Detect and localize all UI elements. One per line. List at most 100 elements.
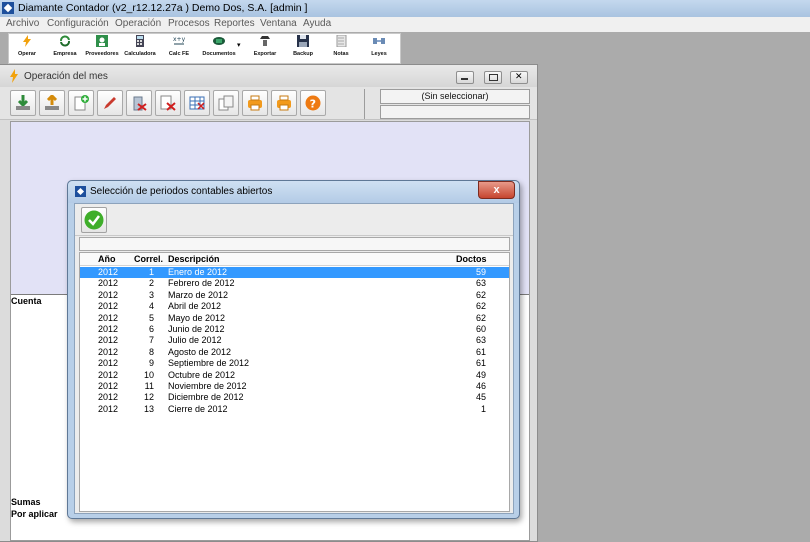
menu-procesos[interactable]: Procesos [168, 18, 210, 29]
table-row[interactable]: 2012 4 Abril de 2012 62 [80, 301, 509, 312]
menu-archivo[interactable]: Archivo [6, 18, 39, 29]
menu-configuracion[interactable]: Configuración [47, 18, 109, 29]
grid-button[interactable] [184, 90, 210, 116]
edit-button[interactable] [97, 90, 123, 116]
confirm-button[interactable] [81, 207, 107, 233]
table-row[interactable]: 2012 6 Junio de 2012 60 [80, 324, 509, 335]
app-logo-icon [2, 2, 14, 14]
import-button[interactable] [10, 90, 36, 116]
help-button[interactable]: ? [300, 90, 326, 116]
cell-corr: 3 [148, 289, 154, 300]
trash-icon [133, 96, 147, 111]
cell-corr: 8 [148, 346, 154, 357]
print-preview-button[interactable] [271, 90, 297, 116]
calc-fe-button[interactable]: x+y Calc FE [166, 33, 192, 61]
table-row[interactable]: 2012 11 Noviembre de 2012 46 [80, 381, 509, 392]
cell-docs: 61 [475, 358, 486, 369]
table-row[interactable]: 2012 8 Agosto de 2012 61 [80, 347, 509, 358]
cell-corr: 1 [148, 267, 154, 277]
table-row[interactable]: 2012 12 Diciembre de 2012 45 [80, 392, 509, 403]
leyes-label: Leyes [371, 51, 387, 57]
menu-ayuda[interactable]: Ayuda [303, 18, 331, 29]
table-row[interactable]: 2012 3 Marzo de 2012 62 [80, 290, 509, 301]
cell-corr: 9 [148, 358, 154, 369]
empresa-button[interactable]: Empresa [52, 33, 78, 61]
backup-button[interactable]: Backup [290, 33, 316, 61]
documentos-dropdown-icon[interactable]: ▾ [237, 41, 241, 49]
delete-button[interactable] [126, 90, 152, 116]
documentos-button[interactable]: Documentos ▾ [202, 33, 241, 61]
notas-button[interactable]: Notas [328, 33, 354, 61]
proveedores-label: Proveedores [85, 51, 119, 57]
cell-docs: 62 [475, 301, 486, 312]
dialog-title-bar: Selección de periodos contables abiertos [68, 181, 519, 203]
copy-button[interactable] [213, 90, 239, 116]
cell-docs: 1 [480, 403, 486, 414]
column-header-docs[interactable]: Doctos [456, 254, 487, 264]
table-row[interactable]: 2012 9 Septiembre de 2012 61 [80, 358, 509, 369]
period-detail-field[interactable] [380, 105, 530, 119]
cell-corr: 10 [143, 369, 154, 380]
cell-corr: 4 [148, 301, 154, 312]
divider [75, 235, 513, 236]
new-document-button[interactable] [68, 90, 94, 116]
cell-desc: Cierre de 2012 [168, 403, 228, 414]
minimize-icon [461, 78, 468, 80]
calculadora-label: Calculadora [124, 51, 156, 57]
period-selection-dialog: Selección de periodos contables abiertos… [67, 180, 520, 519]
table-row[interactable]: 2012 1 Enero de 2012 59 [80, 267, 509, 279]
cell-docs: 63 [475, 278, 486, 289]
table-row[interactable]: 2012 2 Febrero de 2012 63 [80, 278, 509, 289]
proveedores-button[interactable]: Proveedores [85, 33, 119, 61]
app-logo-icon [75, 186, 86, 197]
table-row[interactable]: 2012 7 Julio de 2012 63 [80, 335, 509, 346]
dialog-title: Selección de periodos contables abiertos [90, 186, 273, 197]
column-header-corr[interactable]: Correl. [134, 254, 163, 264]
column-header-desc[interactable]: Descripción [168, 254, 220, 264]
cell-corr: 5 [148, 312, 154, 323]
new-document-icon [74, 95, 89, 111]
upload-icon [45, 95, 59, 110]
minimize-button[interactable] [456, 71, 474, 84]
cell-docs: 45 [475, 392, 486, 403]
calc-fe-label: Calc FE [168, 51, 190, 57]
calculadora-button[interactable]: Calculadora [124, 33, 156, 61]
cancel-document-button[interactable] [155, 90, 181, 116]
leyes-button[interactable]: Leyes [366, 33, 392, 61]
open-button[interactable] [39, 90, 65, 116]
cell-docs: 60 [475, 324, 486, 334]
help-icon: ? [305, 95, 321, 111]
printer-icon [248, 95, 262, 111]
copy-icon [218, 95, 234, 111]
cancel-document-icon [160, 95, 176, 111]
restore-icon [489, 74, 498, 81]
menu-bar: Archivo Configuración Operación Procesos… [0, 17, 810, 33]
menu-reportes[interactable]: Reportes [214, 18, 255, 29]
period-selector-field[interactable]: (Sin seleccionar) [380, 89, 530, 104]
table-row[interactable]: 2012 13 Cierre de 2012 1 [80, 404, 509, 415]
main-toolbar: Operar Empresa Proveedores Calculadora x… [0, 32, 810, 64]
cell-corr: 7 [148, 335, 154, 346]
menu-operacion[interactable]: Operación [115, 18, 161, 29]
operar-label: Operar [17, 51, 37, 57]
operacion-title-bar: Operación del mes ✕ [0, 65, 537, 87]
cell-desc: Noviembre de 2012 [168, 381, 247, 391]
dialog-close-button[interactable]: x [478, 181, 515, 199]
table-row[interactable]: 2012 5 Mayo de 2012 62 [80, 313, 509, 324]
column-header-year[interactable]: Año [98, 254, 116, 264]
operar-button[interactable]: Operar [14, 33, 40, 61]
backup-label: Backup [293, 51, 313, 57]
cell-corr: 6 [148, 324, 154, 334]
cell-desc: Agosto de 2012 [168, 346, 232, 357]
por-aplicar-label: Por aplicar [11, 509, 58, 519]
menu-ventana[interactable]: Ventana [260, 18, 297, 29]
print-button[interactable] [242, 90, 268, 116]
documents-icon [213, 37, 225, 45]
table-row[interactable]: 2012 10 Octubre de 2012 49 [80, 370, 509, 381]
close-button[interactable]: ✕ [510, 71, 528, 84]
cell-docs: 49 [475, 369, 486, 380]
period-list: Año Correl. Descripción Doctos 2012 1 Ener… [79, 252, 510, 512]
exportar-button[interactable]: Exportar [252, 33, 278, 61]
filter-field[interactable] [79, 237, 510, 251]
restore-button[interactable] [484, 71, 502, 84]
